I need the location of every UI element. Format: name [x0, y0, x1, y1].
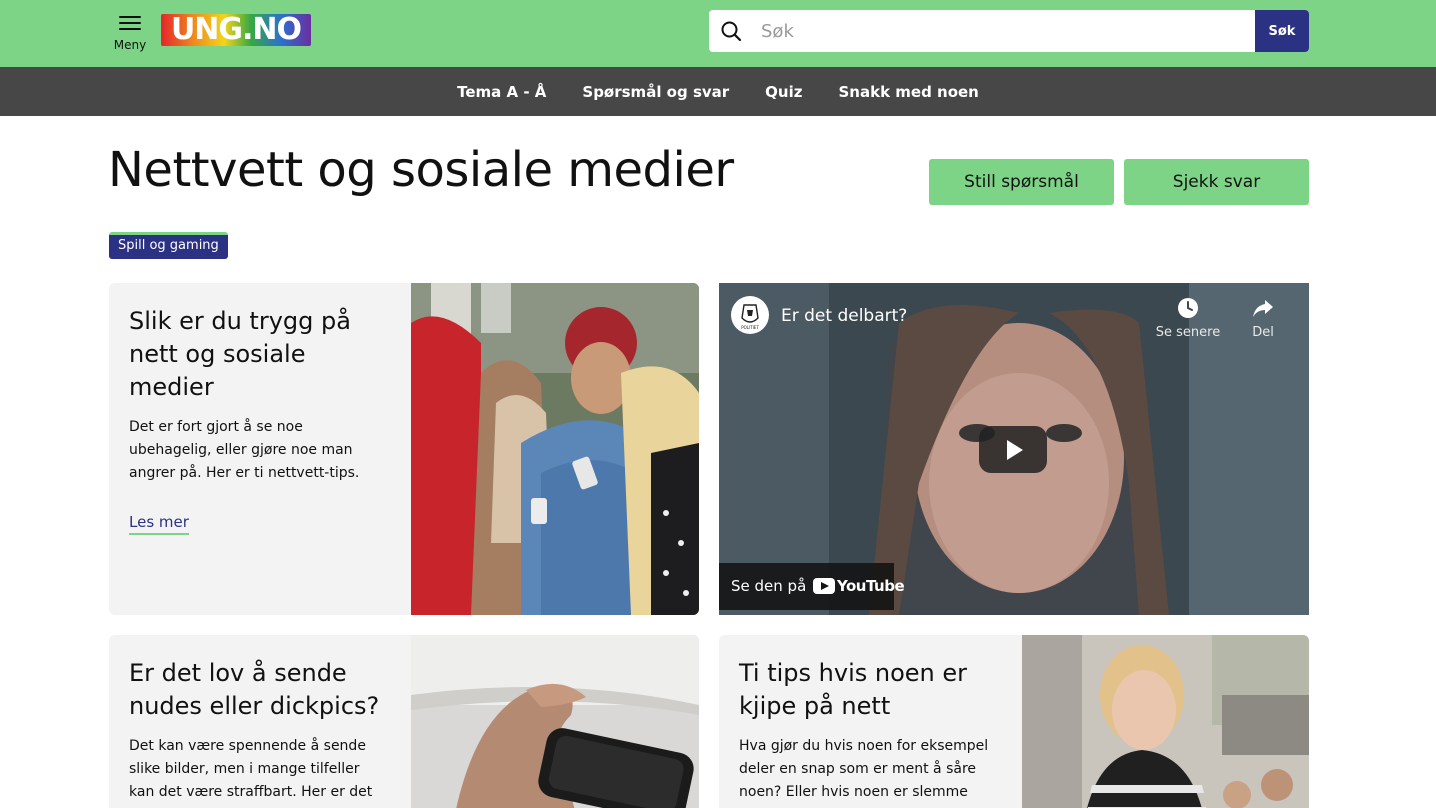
article-card-trygg[interactable]: Slik er du trygg på nett og sosiale medi…	[109, 283, 699, 615]
nav-item-quiz[interactable]: Quiz	[765, 83, 802, 101]
card-text: Det er fort gjort å se noe ubehagelig, e…	[129, 419, 360, 481]
search-bar: Søk	[709, 10, 1309, 52]
read-more-link[interactable]: Les mer	[129, 513, 189, 535]
watch-later-label: Se senere	[1155, 325, 1221, 340]
video-title[interactable]: Er det delbart?	[781, 306, 907, 326]
nav-item-tema[interactable]: Tema A - Å	[457, 83, 546, 101]
youtube-wordmark: YouTube	[837, 577, 905, 595]
nav-item-sporsmal[interactable]: Spørsmål og svar	[582, 83, 729, 101]
share-label: Del	[1252, 325, 1274, 340]
menu-label: Meny	[113, 38, 147, 52]
share-icon	[1253, 300, 1273, 317]
card-title: Er det lov å sende nudes eller dickpics?	[129, 659, 380, 720]
card-image-teens-phones	[411, 283, 699, 615]
card-title: Ti tips hvis noen er kjipe på nett	[739, 659, 968, 720]
article-card-nudes[interactable]: Er det lov å sende nudes eller dickpics?…	[109, 635, 699, 808]
search-button[interactable]: Søk	[1255, 10, 1309, 52]
ask-question-button[interactable]: Still spørsmål	[929, 159, 1114, 205]
card-image-hand-phone	[411, 635, 699, 808]
check-answers-button[interactable]: Sjekk svar	[1124, 159, 1309, 205]
play-icon[interactable]	[979, 426, 1047, 473]
search-input[interactable]	[751, 10, 1251, 52]
page-title: Nettvett og sosiale medier	[108, 142, 734, 198]
card-text: Hva gjør du hvis noen for eksempel deler…	[739, 738, 989, 808]
watch-on-label: Se den på	[731, 577, 807, 595]
share-button[interactable]: Del	[1228, 297, 1298, 340]
nav-item-snakk[interactable]: Snakk med noen	[838, 83, 978, 101]
menu-icon	[119, 16, 141, 32]
top-header: Meny UNG.NO Søk	[0, 0, 1436, 67]
card-title: Slik er du trygg på nett og sosiale medi…	[129, 307, 351, 401]
search-icon	[721, 21, 741, 41]
channel-avatar[interactable]: POLITIET	[731, 296, 769, 334]
card-image-sad-girl	[1022, 635, 1309, 808]
main-nav: Tema A - Å Spørsmål og svar Quiz Snakk m…	[0, 67, 1436, 116]
logo-text: UNG.NO	[170, 14, 302, 46]
watch-later-button[interactable]: Se senere	[1153, 297, 1223, 340]
menu-button[interactable]: Meny	[110, 12, 150, 56]
clock-icon	[1178, 298, 1198, 318]
youtube-icon	[813, 578, 835, 594]
tag-spill-og-gaming[interactable]: Spill og gaming	[109, 232, 228, 259]
video-player[interactable]: POLITIET Er det delbart? Se senere Del S…	[719, 283, 1309, 615]
watch-on-youtube-button[interactable]: Se den på YouTube	[719, 563, 905, 610]
channel-badge-text: POLITIET	[741, 325, 759, 330]
article-card-kjipe[interactable]: Ti tips hvis noen er kjipe på nett Hva g…	[719, 635, 1309, 808]
logo[interactable]: UNG.NO	[161, 14, 311, 46]
card-text: Det kan være spennende å sende slike bil…	[129, 738, 373, 808]
